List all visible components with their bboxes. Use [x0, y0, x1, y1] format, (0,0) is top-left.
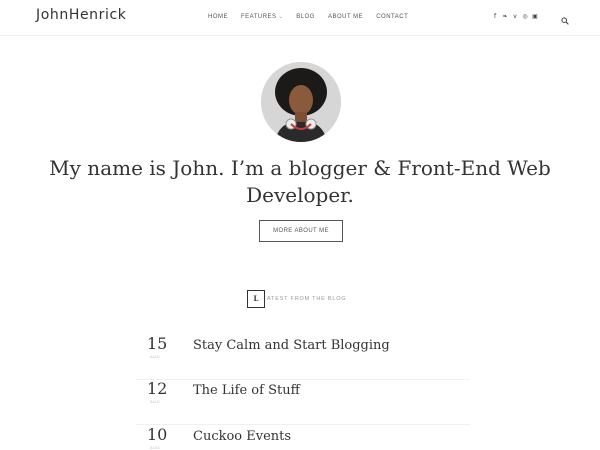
nav-item-label: About Me	[327, 14, 364, 20]
vimeo-icon[interactable]: v	[512, 13, 518, 20]
section-heading: L atest from the blog	[247, 290, 346, 308]
post-day: 12	[147, 379, 168, 398]
nav-item-about-me[interactable]: About Me	[328, 14, 363, 20]
social-links: f ❧ v ◎ ▣	[492, 13, 538, 20]
nav-item-label: Features	[241, 14, 277, 20]
instagram-icon[interactable]: ▣	[532, 13, 538, 20]
main-nav: Home Features ⌄ Blog About Me Contact	[208, 14, 408, 20]
nav-item-home[interactable]: Home	[208, 14, 228, 20]
search-icon[interactable]	[561, 12, 569, 25]
avatar	[261, 62, 341, 142]
post-title[interactable]: The Life of Stuff	[193, 382, 300, 400]
site-logo[interactable]: JohnHenrick	[36, 7, 127, 23]
post-item[interactable]: 15 Aug Stay Calm and Start Blogging	[136, 334, 470, 380]
post-month: Aug	[150, 445, 161, 450]
nav-item-contact[interactable]: Contact	[376, 14, 408, 20]
nav-item-label: Home	[208, 14, 228, 20]
chevron-down-icon: ⌄	[278, 14, 284, 20]
facebook-icon[interactable]: f	[492, 13, 498, 20]
site-header: JohnHenrick Home Features ⌄ Blog About Me…	[0, 0, 600, 36]
nav-item-label: Blog	[296, 14, 315, 20]
post-item[interactable]: 12 Aug The Life of Stuff	[136, 379, 470, 425]
post-month: Aug	[150, 354, 161, 359]
post-month: Aug	[150, 399, 161, 404]
twitter-icon[interactable]: ❧	[502, 13, 508, 20]
post-item[interactable]: 10 Aug Cuckoo Events	[136, 425, 470, 450]
post-day: 15	[147, 334, 168, 353]
nav-item-features[interactable]: Features ⌄	[241, 14, 283, 20]
section-heading-text: atest from the blog	[267, 296, 347, 302]
post-title[interactable]: Cuckoo Events	[193, 428, 291, 446]
nav-item-label: Contact	[376, 14, 409, 20]
dribbble-icon[interactable]: ◎	[522, 13, 528, 20]
more-about-me-button[interactable]: More About Me	[259, 220, 343, 242]
section-heading-initial: L	[247, 290, 265, 308]
nav-item-blog[interactable]: Blog	[296, 14, 315, 20]
post-title[interactable]: Stay Calm and Start Blogging	[193, 337, 390, 355]
hero-title: My name is John. I’m a blogger & Front-E…	[49, 156, 551, 207]
post-day: 10	[147, 425, 168, 444]
